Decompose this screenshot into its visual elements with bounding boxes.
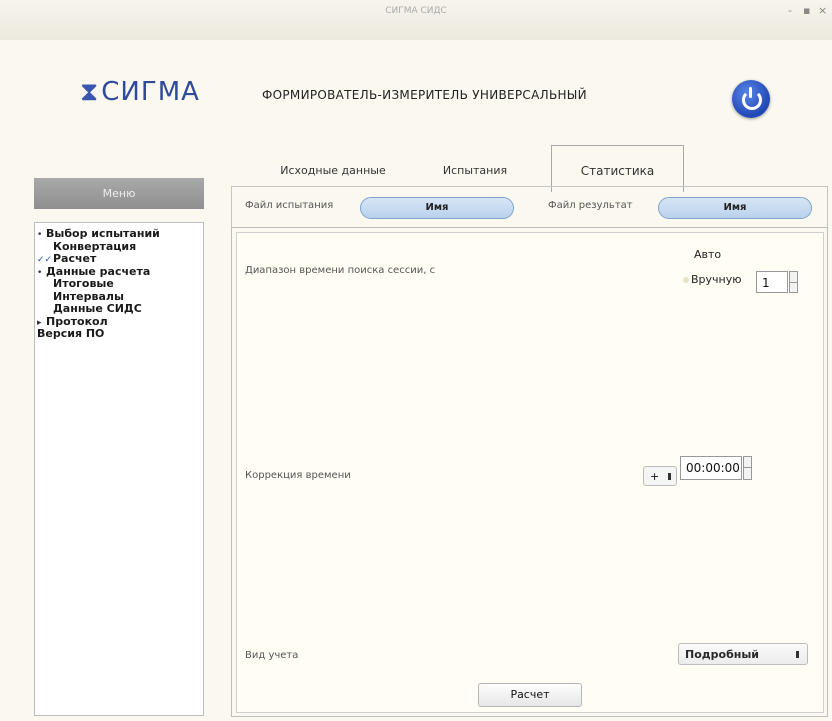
calculate-button[interactable]: Расчет	[478, 683, 582, 707]
session-range-stepper[interactable]	[789, 271, 798, 293]
app-title: ФОРМИРОВАТЕЛЬ-ИЗМЕРИТЕЛЬ УНИВЕРСАЛЬНЫЙ	[262, 88, 587, 102]
auto-radio[interactable]: Авто	[694, 248, 721, 261]
app-logo: ⧗СИГМА	[80, 77, 200, 108]
power-icon	[742, 90, 762, 110]
logo-text: СИГМА	[101, 77, 200, 107]
power-button[interactable]	[732, 80, 770, 118]
time-correction-stepper[interactable]	[743, 456, 752, 480]
time-correction-sign-select[interactable]: +	[643, 466, 677, 486]
dropdown-arrow-icon	[796, 651, 799, 658]
time-correction-input[interactable]: 00:00:00	[680, 456, 742, 480]
dropdown-arrow-icon	[668, 473, 671, 480]
sidebar-tree: • Выбор испытаний Конвертация ✓✓Расчет • Д…	[34, 222, 204, 716]
minimize-icon[interactable]: -	[788, 4, 792, 17]
close-icon[interactable]: ×	[818, 4, 827, 17]
session-range-input[interactable]: 1	[756, 271, 788, 293]
bullet-icon: •	[37, 230, 43, 240]
manual-radio[interactable]: Вручную	[683, 273, 742, 286]
result-file-button[interactable]: Имя	[658, 197, 812, 219]
tab-tests[interactable]: Испытания	[420, 164, 530, 177]
maximize-icon[interactable]: ▪	[803, 4, 810, 17]
accounting-type-label: Вид учета	[245, 650, 299, 661]
app-header: ⧗СИГМА ФОРМИРОВАТЕЛЬ-ИЗМЕРИТЕЛЬ УНИВЕРСА…	[0, 40, 832, 140]
time-correction-label: Коррекция времени	[245, 470, 351, 481]
hourglass-icon: ⧗	[80, 77, 100, 107]
sidebar-item-software-version[interactable]: Версия ПО	[35, 327, 203, 341]
window-titlebar: СИГМА СИДС - ▪ ×	[0, 0, 832, 41]
window-title: СИГМА СИДС	[385, 6, 447, 16]
bullet-icon: •	[37, 267, 43, 278]
test-file-button[interactable]: Имя	[360, 197, 514, 219]
sidebar-header: Меню	[34, 178, 204, 209]
test-file-label: Файл испытания	[245, 200, 334, 211]
accounting-type-select[interactable]: Подробный	[678, 643, 808, 665]
tab-source-data[interactable]: Исходные данные	[268, 164, 398, 177]
tab-statistics[interactable]: Статистика	[551, 145, 684, 192]
session-range-label: Диапазон времени поиска сессии, с	[245, 265, 436, 276]
result-file-label: Файл результат	[548, 200, 633, 211]
